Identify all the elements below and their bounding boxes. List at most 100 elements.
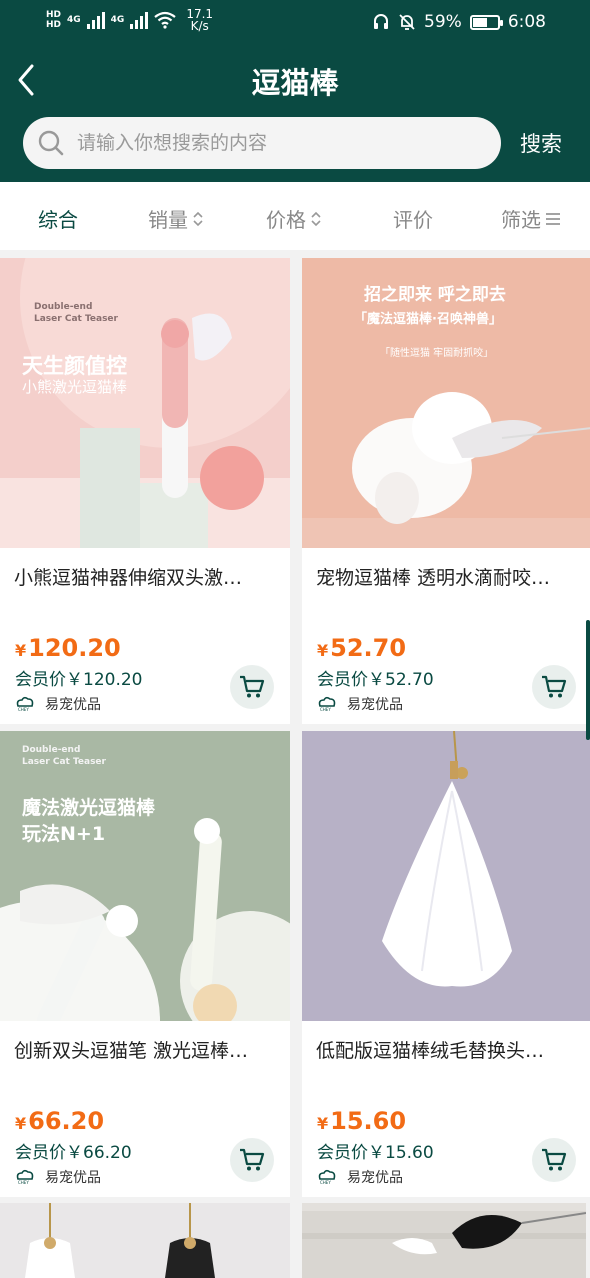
scrollbar[interactable] (586, 620, 590, 740)
shop-info: CHEY 易宠优品 (15, 694, 101, 714)
image-sub: 玩法N+1 (22, 823, 106, 845)
tab-filter[interactable]: 筛选 (501, 204, 561, 233)
svg-text:CHEY: CHEY (18, 1180, 29, 1185)
add-to-cart-button[interactable] (230, 1138, 274, 1182)
shop-name: 易宠优品 (347, 697, 403, 713)
tab-price[interactable]: 价格 (266, 204, 322, 233)
shop-logo-icon: CHEY (16, 696, 34, 712)
price-value: 15.60 (330, 1107, 407, 1135)
product-image[interactable] (302, 731, 590, 1021)
product-name[interactable]: 宠物逗猫棒 透明水滴耐咬… (316, 563, 582, 590)
image-sub: 「魔法逗猫棒·召唤神兽」 (354, 312, 502, 327)
signal-1-icon (86, 11, 105, 29)
product-name[interactable]: 低配版逗猫棒绒毛替换头… (316, 1036, 582, 1063)
image-sub2: 「随性逗猫 牢固耐抓咬」 (380, 348, 494, 359)
search-button[interactable]: 搜索 (520, 128, 562, 158)
image-sub: 小熊激光逗猫棒 (22, 378, 128, 396)
tab-label: 价格 (266, 208, 306, 232)
svg-text:CHEY: CHEY (18, 707, 29, 712)
add-to-cart-button[interactable] (230, 665, 274, 709)
product-image[interactable]: 招之即来 呼之即去 「魔法逗猫棒·召唤神兽」 「随性逗猫 牢固耐抓咬」 (302, 258, 590, 548)
price-value: 52.70 (330, 634, 407, 662)
search-input[interactable] (77, 125, 477, 161)
search-icon (38, 130, 64, 156)
add-to-cart-button[interactable] (532, 665, 576, 709)
battery-percent: 59% (424, 12, 462, 32)
product-name[interactable]: 小熊逗猫神器伸缩双头激… (14, 563, 280, 590)
member-price: 会员价￥120.20 (15, 670, 143, 690)
tab-rating[interactable]: 评价 (393, 204, 433, 233)
search-box[interactable] (23, 117, 501, 169)
image-headline: 魔法激光逗猫棒 (22, 797, 156, 819)
product-name[interactable]: 创新双头逗猫笔 激光逗棒… (14, 1036, 280, 1063)
product-image[interactable] (0, 1203, 290, 1278)
image-en-line2: Laser Cat Teaser (22, 757, 106, 767)
clock: 6:08 (507, 12, 546, 32)
network-speed: 17.1 K/s (186, 8, 213, 32)
tab-comprehensive[interactable]: 综合 (38, 204, 78, 233)
shop-logo-icon: CHEY (318, 1169, 336, 1185)
image-en-line1: Double-end (22, 745, 81, 755)
sort-arrows-icon (193, 211, 203, 226)
product-image[interactable]: Double-end Laser Cat Teaser 魔法激光逗猫棒 玩法N+… (0, 731, 290, 1021)
currency-symbol: ¥ (317, 1114, 329, 1133)
status-left: HD HD 4G 4G 17.1 K/s (46, 8, 213, 32)
battery-icon (469, 14, 503, 30)
headset-icon (374, 14, 389, 29)
price-value: 120.20 (28, 634, 121, 662)
shop-name: 易宠优品 (45, 1170, 101, 1186)
product-card[interactable] (302, 1203, 586, 1278)
add-to-cart-button[interactable] (532, 1138, 576, 1182)
tab-label: 评价 (393, 208, 433, 232)
product-price: ¥120.20 (15, 634, 121, 662)
status-right: 59% 6:08 (372, 12, 546, 32)
product-card[interactable]: Double-end Laser Cat Teaser 魔法激光逗猫棒 玩法N+… (0, 731, 290, 1197)
status-bar: HD HD 4G 4G 17.1 K/s 59% 6:08 (0, 0, 590, 44)
member-price: 会员价￥15.60 (317, 1143, 434, 1163)
member-price: 会员价￥52.70 (317, 670, 434, 690)
cart-icon (542, 675, 567, 698)
image-en-line2: Laser Cat Teaser (34, 314, 118, 324)
currency-symbol: ¥ (317, 641, 329, 660)
price-value: 66.20 (28, 1107, 105, 1135)
product-card[interactable]: 低配版逗猫棒绒毛替换头… ¥15.60 会员价￥15.60 CHEY 易宠优品 (302, 731, 590, 1197)
hd-indicators: HD HD (46, 10, 61, 30)
mute-bell-icon (399, 14, 415, 30)
network-speed-unit: K/s (190, 19, 209, 33)
hd-label-1: HD (46, 10, 62, 20)
shop-name: 易宠优品 (347, 1170, 403, 1186)
currency-symbol: ¥ (15, 1114, 27, 1133)
network-type-1: 4G (67, 15, 81, 25)
cart-icon (240, 675, 265, 698)
shop-info: CHEY 易宠优品 (15, 1167, 101, 1187)
product-image[interactable] (302, 1203, 586, 1278)
signal-2-icon (130, 11, 149, 29)
svg-text:CHEY: CHEY (320, 707, 331, 712)
tab-label: 筛选 (501, 208, 541, 232)
header: HD HD 4G 4G 17.1 K/s 59% 6:08 逗猫棒 搜索 (0, 0, 590, 182)
shop-name: 易宠优品 (45, 697, 101, 713)
product-image[interactable]: Double-end Laser Cat Teaser 天生颜值控 小熊激光逗猫… (0, 258, 290, 548)
battery-fill (472, 17, 487, 27)
tab-label: 综合 (38, 208, 78, 232)
product-price: ¥52.70 (317, 634, 406, 662)
shop-info: CHEY 易宠优品 (317, 694, 403, 714)
sort-bar: 综合 销量 价格 评价 筛选 (0, 182, 590, 250)
product-photo (0, 1203, 290, 1278)
product-card[interactable]: 招之即来 呼之即去 「魔法逗猫棒·召唤神兽」 「随性逗猫 牢固耐抓咬」 宠物逗猫… (302, 258, 590, 724)
image-headline: 招之即来 呼之即去 (364, 285, 506, 305)
wifi-icon (154, 11, 177, 29)
shop-info: CHEY 易宠优品 (317, 1167, 403, 1187)
product-price: ¥66.20 (15, 1107, 104, 1135)
product-card[interactable] (0, 1203, 290, 1278)
tab-label: 销量 (148, 208, 188, 232)
shop-logo-icon: CHEY (16, 1169, 34, 1185)
product-card[interactable]: Double-end Laser Cat Teaser 天生颜值控 小熊激光逗猫… (0, 258, 290, 724)
product-photo (302, 1203, 586, 1278)
network-type-2: 4G (110, 15, 125, 25)
product-price: ¥15.60 (317, 1107, 406, 1135)
image-en-line1: Double-end (34, 302, 93, 312)
tab-sales[interactable]: 销量 (148, 204, 204, 233)
svg-text:CHEY: CHEY (320, 1180, 331, 1185)
currency-symbol: ¥ (15, 641, 27, 660)
